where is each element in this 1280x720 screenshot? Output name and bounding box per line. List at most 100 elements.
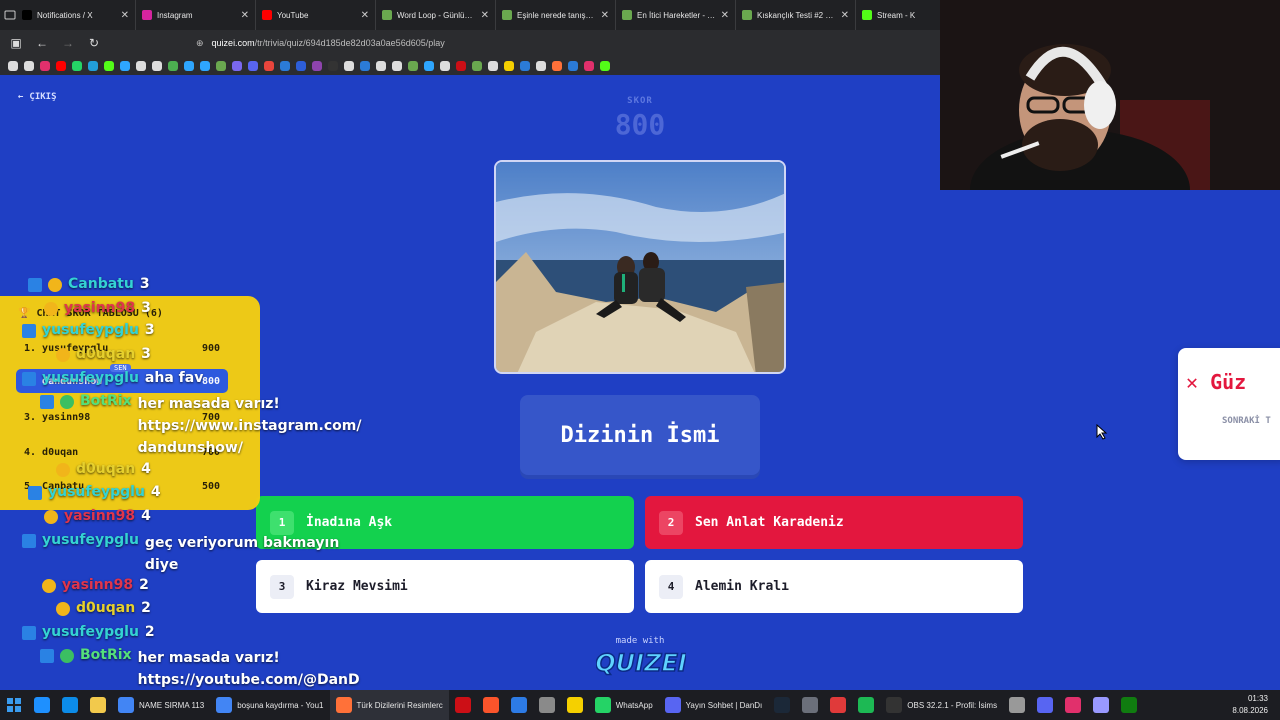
chat-message: d0uqan 3 <box>56 346 151 362</box>
bookmark-icon[interactable] <box>440 60 450 71</box>
bookmark-icon[interactable] <box>344 60 354 71</box>
forward-button[interactable]: → <box>60 35 76 51</box>
chat-message: BotRix her masada varız! https://www.inst… <box>40 393 361 459</box>
close-tab-icon[interactable]: ✕ <box>721 10 729 21</box>
bookmark-icon[interactable] <box>24 60 34 71</box>
bookmark-icon[interactable] <box>600 60 610 71</box>
close-tab-icon[interactable]: ✕ <box>361 10 369 21</box>
sub-badge-icon <box>56 602 70 616</box>
taskbar-app[interactable] <box>1031 690 1059 720</box>
bookmark-icon[interactable] <box>392 60 402 71</box>
close-tab-icon[interactable]: ✕ <box>481 10 489 21</box>
site-info-icon[interactable]: ⊕ <box>196 38 204 49</box>
taskbar-app[interactable] <box>449 690 477 720</box>
reload-button[interactable]: ↻ <box>86 35 102 51</box>
taskbar-app[interactable]: NAME SIRMA 113 <box>112 690 210 720</box>
start-button[interactable] <box>0 690 28 720</box>
next-button[interactable]: SONRAKİ T <box>1222 416 1271 426</box>
taskbar-app[interactable] <box>84 690 112 720</box>
taskbar-app-label: Yayın Sohbet | DanDı <box>685 700 763 710</box>
bookmark-icon[interactable] <box>536 60 546 71</box>
bookmark-icon[interactable] <box>424 60 434 71</box>
browser-tab[interactable]: Notifications / X ✕ <box>16 0 136 30</box>
bookmark-icon[interactable] <box>488 60 498 71</box>
taskbar-app[interactable] <box>477 690 505 720</box>
close-tab-icon[interactable]: ✕ <box>241 10 249 21</box>
bookmark-icon[interactable] <box>56 60 66 71</box>
bookmark-icon[interactable] <box>88 60 98 71</box>
browser-tab[interactable]: Eşinle nerede tanışmak ✕ <box>496 0 616 30</box>
answer-text: Kiraz Mevsimi <box>306 579 408 594</box>
close-tab-icon[interactable]: ✕ <box>121 10 129 21</box>
bookmark-icon[interactable] <box>136 60 146 71</box>
taskbar-app[interactable] <box>28 690 56 720</box>
taskbar-app[interactable]: boşuna kaydırma - You1 <box>210 690 329 720</box>
taskbar-app[interactable] <box>561 690 589 720</box>
bookmark-icon[interactable] <box>504 60 514 71</box>
bookmark-icon[interactable] <box>584 60 594 71</box>
taskbar-app[interactable]: Yayın Sohbet | DanDı <box>659 690 769 720</box>
taskbar-app[interactable] <box>1115 690 1143 720</box>
bookmark-icon[interactable] <box>264 60 274 71</box>
bookmark-icon[interactable] <box>280 60 290 71</box>
address-bar[interactable]: ⊕ quizei.com/tr/trivia/quiz/694d185de82d… <box>196 33 445 53</box>
bookmark-icon[interactable] <box>200 60 210 71</box>
browser-tab[interactable]: YouTube ✕ <box>256 0 376 30</box>
taskbar-app[interactable] <box>824 690 852 720</box>
quizei-logo[interactable]: QUIZEI <box>596 646 686 678</box>
close-tab-icon[interactable]: ✕ <box>601 10 609 21</box>
browser-tab[interactable]: En İtici Hareketler - Tie ✕ <box>616 0 736 30</box>
taskbar-app[interactable] <box>1087 690 1115 720</box>
answer-option-2[interactable]: 2 Sen Anlat Karadeniz <box>645 496 1023 549</box>
bookmark-icon[interactable] <box>216 60 226 71</box>
bookmark-icon[interactable] <box>168 60 178 71</box>
bookmark-icon[interactable] <box>376 60 386 71</box>
chat-username: yusufeypglu <box>48 484 145 500</box>
bookmark-icon[interactable] <box>520 60 530 71</box>
bookmark-icon[interactable] <box>456 60 466 71</box>
taskbar-app[interactable] <box>1003 690 1031 720</box>
taskbar-app[interactable] <box>533 690 561 720</box>
tab-actions-icon[interactable] <box>4 4 16 26</box>
bookmark-icon[interactable] <box>312 60 322 71</box>
system-clock[interactable]: 01:33 8.08.2026 <box>1232 693 1268 717</box>
taskbar-app[interactable] <box>505 690 533 720</box>
bookmark-icon[interactable] <box>104 60 114 71</box>
tab-title: YouTube <box>277 10 309 20</box>
taskbar-app[interactable]: WhatsApp <box>589 690 659 720</box>
taskbar-app[interactable]: Türk Dizilerini Resimlerc <box>329 690 449 720</box>
bookmark-icon[interactable] <box>408 60 418 71</box>
taskbar-app[interactable] <box>796 690 824 720</box>
next-question-card[interactable]: ✕ Güz SONRAKİ T <box>1178 348 1280 460</box>
taskbar-app-label: boşuna kaydırma - You1 <box>237 700 324 710</box>
sidebar-toggle-icon[interactable]: ▣ <box>8 35 24 51</box>
bookmark-icon[interactable] <box>360 60 370 71</box>
answer-option-4[interactable]: 4 Alemin Kralı <box>645 560 1023 613</box>
browser-tab[interactable]: Word Loop - Günlük - K ✕ <box>376 0 496 30</box>
taskbar-app[interactable] <box>768 690 796 720</box>
taskbar-app[interactable] <box>852 690 880 720</box>
exit-link[interactable]: ← ÇIKIŞ <box>18 92 57 102</box>
taskbar-app[interactable]: OBS 32.2.1 - Profil: İsims <box>880 690 1003 720</box>
bookmark-icon[interactable] <box>472 60 482 71</box>
taskbar-app[interactable] <box>1059 690 1087 720</box>
close-icon[interactable]: ✕ <box>1186 370 1210 394</box>
taskbar-app[interactable] <box>56 690 84 720</box>
bookmark-icon[interactable] <box>552 60 562 71</box>
bookmark-icon[interactable] <box>40 60 50 71</box>
bookmark-icon[interactable] <box>328 60 338 71</box>
browser-tab[interactable]: Instagram ✕ <box>136 0 256 30</box>
bookmark-icon[interactable] <box>120 60 130 71</box>
browser-tab[interactable]: Kıskançlık Testi #2 - Tie ✕ <box>736 0 856 30</box>
bookmark-icon[interactable] <box>8 60 18 71</box>
close-tab-icon[interactable]: ✕ <box>841 10 849 21</box>
bookmark-icon[interactable] <box>184 60 194 71</box>
exit-label: ÇIKIŞ <box>29 92 57 102</box>
bookmark-icon[interactable] <box>296 60 306 71</box>
bookmark-icon[interactable] <box>152 60 162 71</box>
back-button[interactable]: ← <box>34 35 50 51</box>
bookmark-icon[interactable] <box>232 60 242 71</box>
bookmark-icon[interactable] <box>568 60 578 71</box>
bookmark-icon[interactable] <box>248 60 258 71</box>
bookmark-icon[interactable] <box>72 60 82 71</box>
